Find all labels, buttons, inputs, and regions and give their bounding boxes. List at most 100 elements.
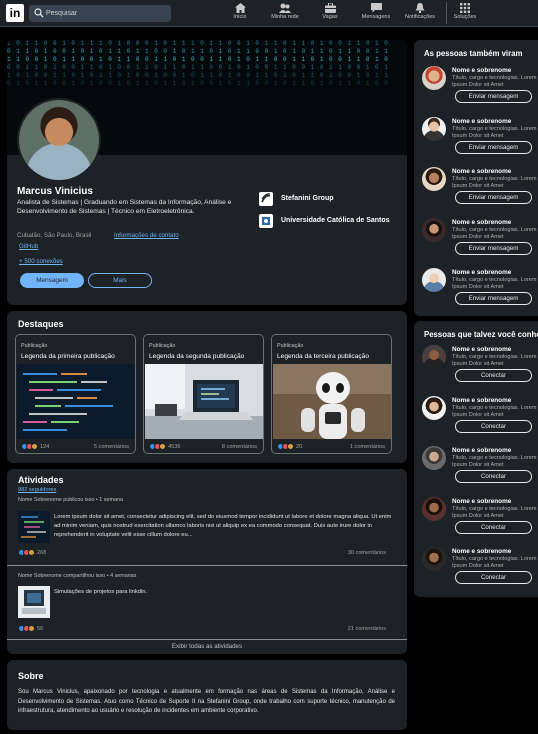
connect-button[interactable]: Conectar bbox=[455, 369, 532, 382]
suggested-person: Nome e sobrenome Título, cargo e tecnolo… bbox=[422, 167, 538, 213]
message-button[interactable]: Mensagem bbox=[20, 273, 84, 288]
avatar[interactable] bbox=[422, 268, 446, 292]
send-message-button[interactable]: Enviar mensagem bbox=[455, 242, 532, 255]
activity-meta: Nome Sobrenome publicou isso • 1 semana bbox=[18, 497, 123, 503]
person-name[interactable]: Nome e sobrenome bbox=[452, 219, 511, 226]
comment-count[interactable]: 21 comentários bbox=[348, 626, 386, 632]
company-logo bbox=[259, 192, 273, 206]
nav-solutions[interactable]: Soluções bbox=[451, 2, 479, 26]
person-name[interactable]: Nome e sobrenome bbox=[452, 397, 511, 404]
reaction-count: 124 bbox=[40, 443, 50, 450]
reaction-count: 20 bbox=[296, 443, 303, 450]
person-name[interactable]: Nome e sobrenome bbox=[452, 346, 511, 353]
person-name[interactable]: Nome e sobrenome bbox=[452, 269, 511, 276]
activity-thumbnail[interactable] bbox=[18, 586, 50, 618]
avatar[interactable] bbox=[422, 497, 446, 521]
avatar[interactable] bbox=[422, 345, 446, 369]
post-image bbox=[145, 364, 263, 439]
activity-text[interactable]: Lorem ipsum dolor sit amet, consectetur … bbox=[54, 513, 392, 539]
send-message-button[interactable]: Enviar mensagem bbox=[455, 90, 532, 103]
person-name[interactable]: Nome e sobrenome bbox=[452, 548, 511, 555]
nav-jobs[interactable]: Vagas bbox=[318, 2, 342, 26]
avatar[interactable] bbox=[422, 167, 446, 191]
suggested-person: Nome e sobrenome Título, cargo e tecnolo… bbox=[422, 218, 538, 264]
contact-info-link[interactable]: Informações de contato bbox=[114, 232, 179, 239]
activity-reactions[interactable]: 56 bbox=[18, 625, 43, 632]
activity-divider bbox=[7, 565, 407, 566]
connect-button[interactable]: Conectar bbox=[455, 521, 532, 534]
avatar[interactable] bbox=[422, 218, 446, 242]
nav-notifications[interactable]: Notificações bbox=[402, 2, 438, 26]
person-name[interactable]: Nome e sobrenome bbox=[452, 447, 511, 454]
person-name[interactable]: Nome e sobrenome bbox=[452, 67, 511, 74]
person-name[interactable]: Nome e sobrenome bbox=[452, 118, 511, 125]
activity-thumbnail[interactable] bbox=[18, 511, 50, 543]
post-image bbox=[273, 364, 391, 439]
suggested-person: Nome e sobrenome Título, cargo e tecnolo… bbox=[422, 117, 538, 163]
about-text: Sou Marcus Vinicius, apaixonado por tecn… bbox=[18, 689, 395, 714]
search-input[interactable] bbox=[46, 5, 166, 22]
network-icon bbox=[279, 3, 291, 13]
nav-notifications-label: Notificações bbox=[405, 14, 435, 20]
nav-messages-label: Mensagens bbox=[361, 14, 391, 20]
profile-headline: Analista de Sistemas | Graduando em Sist… bbox=[17, 199, 232, 215]
connect-button[interactable]: Conectar bbox=[455, 420, 532, 433]
nav-messages[interactable]: Mensagens bbox=[358, 2, 394, 26]
connect-button[interactable]: Conectar bbox=[455, 470, 532, 483]
nav-home[interactable]: Início bbox=[229, 2, 251, 26]
person-name[interactable]: Nome e sobrenome bbox=[452, 168, 511, 175]
post-reactions[interactable]: 20 bbox=[277, 443, 302, 450]
comment-count[interactable]: 30 comentários bbox=[348, 550, 386, 556]
avatar[interactable] bbox=[422, 446, 446, 470]
followers-link[interactable]: 982 seguidores bbox=[18, 487, 56, 493]
nav-network[interactable]: Minha rede bbox=[268, 2, 302, 26]
more-button[interactable]: Mais bbox=[88, 273, 152, 288]
activities-title: Atividades bbox=[18, 475, 64, 485]
bell-icon bbox=[415, 3, 425, 13]
message-icon bbox=[370, 3, 382, 13]
post-reactions[interactable]: 4536 bbox=[149, 443, 180, 450]
about-section: Sobre Sou Marcus Vinicius, apaixonado po… bbox=[7, 660, 407, 730]
send-message-button[interactable]: Enviar mensagem bbox=[455, 141, 532, 154]
person-name[interactable]: Nome e sobrenome bbox=[452, 498, 511, 505]
suggested-person: Nome e sobrenome Título, cargo e tecnolo… bbox=[422, 547, 538, 593]
send-message-button[interactable]: Enviar mensagem bbox=[455, 292, 532, 305]
connect-button[interactable]: Conectar bbox=[455, 571, 532, 584]
suggested-person: Nome e sobrenome Título, cargo e tecnolo… bbox=[422, 446, 538, 492]
people-you-may-know-title: Pessoas que talvez você conheça bbox=[424, 330, 538, 339]
grid-icon bbox=[460, 3, 470, 13]
send-message-button[interactable]: Enviar mensagem bbox=[455, 191, 532, 204]
avatar[interactable] bbox=[422, 66, 446, 90]
suggested-person: Nome e sobrenome Título, cargo e tecnolo… bbox=[422, 497, 538, 543]
people-also-viewed-title: As pessoas também viram bbox=[424, 49, 523, 58]
avatar[interactable] bbox=[422, 547, 446, 571]
github-link[interactable]: GitHub bbox=[19, 243, 38, 250]
avatar[interactable] bbox=[422, 117, 446, 141]
highlight-post[interactable]: Publicação Legenda da terceira publicaçã… bbox=[271, 334, 392, 454]
reaction-count: 4536 bbox=[168, 443, 181, 450]
person-headline: Título, cargo e tecnologias. Lorem Ipsum… bbox=[452, 405, 537, 418]
comment-count[interactable]: 1 comentários bbox=[350, 444, 385, 450]
avatar[interactable] bbox=[422, 396, 446, 420]
profile-card: 1 0 1 1 0 0 1 0 1 1 1 0 1 0 0 0 1 0 1 1 … bbox=[7, 40, 407, 305]
highlight-post[interactable]: Publicação Legenda da primeira publicaçã… bbox=[15, 334, 136, 454]
reaction-count: 56 bbox=[37, 625, 44, 632]
post-caption: Legenda da terceira publicação bbox=[277, 353, 370, 360]
person-headline: Título, cargo e tecnologias. Lorem Ipsum… bbox=[452, 556, 537, 569]
activity-reactions[interactable]: 268 bbox=[18, 549, 46, 556]
comment-count[interactable]: 8 comentários bbox=[222, 444, 257, 450]
person-headline: Título, cargo e tecnologias. Lorem Ipsum… bbox=[452, 354, 537, 367]
post-caption: Legenda da primeira publicação bbox=[21, 353, 115, 360]
post-image bbox=[17, 364, 135, 439]
suggested-person: Nome e sobrenome Título, cargo e tecnolo… bbox=[422, 268, 538, 314]
profile-photo[interactable] bbox=[17, 98, 101, 182]
comment-count[interactable]: 5 comentários bbox=[94, 444, 129, 450]
linkedin-logo[interactable]: in bbox=[6, 4, 24, 22]
highlight-post[interactable]: Publicação Legenda da segunda publicação… bbox=[143, 334, 264, 454]
show-all-activities-button[interactable]: Exibir todas as atividades bbox=[7, 643, 407, 650]
activity-text[interactable]: Simulações de projetos para linkdin. bbox=[54, 588, 392, 597]
search-box[interactable] bbox=[29, 5, 171, 22]
connections-link[interactable]: + 500 conexões bbox=[19, 258, 63, 265]
university-logo bbox=[259, 214, 273, 228]
post-reactions[interactable]: 124 bbox=[21, 443, 49, 450]
